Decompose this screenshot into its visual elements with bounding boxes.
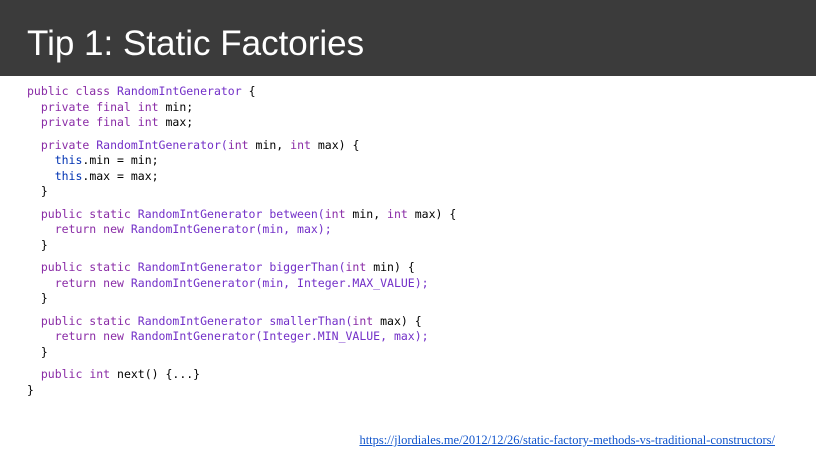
code-token: { — [241, 84, 256, 98]
code-token: int — [387, 206, 408, 221]
code-token: .max = max; — [82, 168, 159, 183]
code-line: return new RandomIntGenerator(Integer.MI… — [27, 329, 797, 345]
code-line: private final int min; — [27, 100, 797, 116]
code-token: int — [89, 367, 111, 381]
code-line: } — [27, 383, 797, 399]
code-line: public class RandomIntGenerator { — [27, 84, 797, 100]
code-line: public static RandomIntGenerator biggerT… — [27, 260, 797, 276]
slide-title: Tip 1: Static Factories — [27, 24, 365, 63]
code-token: return new — [27, 329, 131, 343]
title-bar: Tip 1: Static Factories — [0, 0, 816, 76]
code-line: } — [27, 184, 797, 200]
source-link[interactable]: https://jlordiales.me/2012/12/26/static-… — [359, 433, 775, 448]
code-token: min, — [248, 137, 291, 152]
code-token: int — [352, 313, 374, 328]
code-token: this — [54, 153, 83, 167]
code-line: public static RandomIntGenerator smaller… — [27, 314, 797, 330]
code-token: } — [27, 382, 34, 397]
code-token: this — [54, 168, 83, 183]
code-token: public static — [27, 206, 138, 221]
code-token: max) { — [310, 137, 360, 152]
code-line: this.max = max; — [27, 169, 797, 185]
code-token: return new — [27, 275, 131, 290]
code-token: public — [27, 367, 90, 381]
code-token: public class — [27, 84, 118, 98]
code-token: public static — [27, 313, 138, 328]
code-block: public class RandomIntGenerator { privat… — [27, 84, 797, 398]
code-token: .min = min; — [82, 153, 159, 167]
code-line: return new RandomIntGenerator(min, Integ… — [27, 276, 797, 292]
code-token: private final int — [27, 99, 166, 114]
code-token: min; — [165, 99, 194, 114]
code-token: } — [27, 291, 48, 305]
code-token: RandomIntGenerator smallerThan( — [137, 313, 353, 328]
code-token: min, — [345, 206, 388, 221]
code-token: next() {...} — [110, 367, 201, 381]
code-token: } — [27, 184, 48, 198]
code-token: RandomIntGenerator(min, max); — [130, 222, 332, 236]
code-line: public static RandomIntGenerator between… — [27, 207, 797, 223]
code-token: max; — [165, 115, 194, 129]
code-token: int — [290, 137, 311, 152]
code-token: private — [27, 137, 97, 152]
code-token: return new — [27, 222, 131, 236]
code-token: min) { — [366, 260, 415, 274]
code-token: max) { — [373, 313, 422, 328]
code-line: private RandomIntGenerator(int min, int … — [27, 138, 797, 154]
code-token: RandomIntGenerator(Integer.MIN_VALUE, ma… — [130, 329, 429, 343]
code-line: private final int max; — [27, 115, 797, 131]
code-token: RandomIntGenerator(min, Integer.MAX_VALU… — [130, 275, 429, 290]
code-token: int — [324, 206, 346, 221]
code-line: this.min = min; — [27, 153, 797, 169]
code-token: max) { — [407, 206, 457, 221]
code-token: RandomIntGenerator — [117, 84, 242, 98]
code-token: RandomIntGenerator( — [96, 137, 228, 152]
code-line: public int next() {...} — [27, 367, 797, 383]
code-line: } — [27, 291, 797, 307]
code-line: } — [27, 238, 797, 254]
code-token: int — [345, 260, 367, 274]
code-line: } — [27, 345, 797, 361]
code-token: RandomIntGenerator biggerThan( — [137, 260, 346, 274]
code-token: } — [27, 237, 48, 252]
code-token: int — [227, 137, 249, 152]
code-token: private final int — [27, 115, 166, 129]
code-line: return new RandomIntGenerator(min, max); — [27, 222, 797, 238]
code-token: public static — [27, 260, 138, 274]
code-token: RandomIntGenerator between( — [137, 206, 325, 221]
code-token: } — [27, 344, 48, 359]
